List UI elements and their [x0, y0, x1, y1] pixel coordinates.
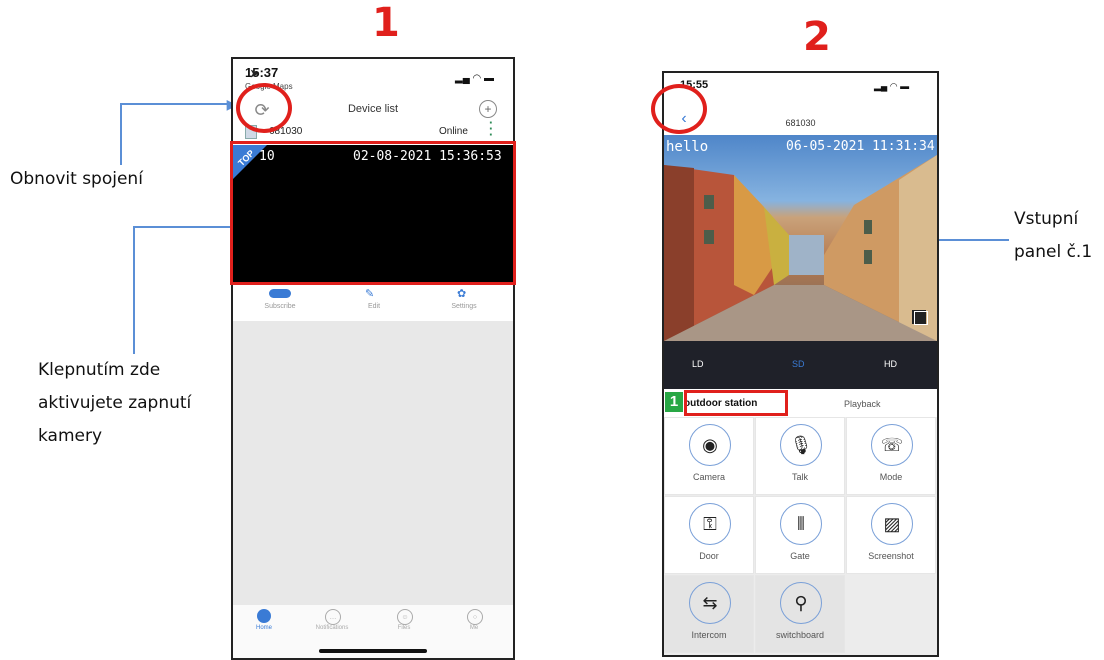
- control-gate[interactable]: ⦀ Gate: [755, 496, 845, 574]
- annotation-tap-line2: aktivujete zapnutí: [38, 393, 192, 413]
- control-label: Screenshot: [868, 551, 914, 561]
- microphone-icon: 🎙: [780, 424, 822, 466]
- controls-grid: ◉ Camera 🎙 Talk ☏ Mode ⚿ Door ⦀ Gate ▨ S…: [664, 417, 937, 655]
- connector-line: [120, 103, 230, 105]
- quality-hd[interactable]: HD: [884, 359, 897, 369]
- files-icon[interactable]: ☺: [397, 609, 413, 625]
- header-title: 681030: [785, 118, 816, 128]
- control-label: Door: [699, 551, 719, 561]
- connector-line: [133, 226, 135, 354]
- switchboard-icon: ⚲: [780, 582, 822, 624]
- tab-notifications[interactable]: Notifications: [309, 625, 355, 631]
- phone-screen-device-view: 15:55 ▂▄ ◠ ▬ ‹ 681030 hello 06-05-2021 1…: [662, 71, 939, 657]
- settings-label: Settings: [451, 303, 477, 310]
- control-camera[interactable]: ◉ Camera: [664, 417, 754, 495]
- subscribe-toggle[interactable]: [269, 289, 291, 298]
- edit-label: Edit: [367, 303, 381, 310]
- control-door[interactable]: ⚿ Door: [664, 496, 754, 574]
- control-switchboard[interactable]: ⚲ switchboard: [755, 575, 845, 653]
- highlight-outdoor-station-tab: [684, 390, 788, 416]
- tab-playback[interactable]: Playback: [844, 399, 881, 409]
- eye-icon: ◉: [689, 424, 731, 466]
- tab-me[interactable]: Me: [455, 625, 493, 631]
- more-options-icon[interactable]: · · ·: [489, 116, 493, 141]
- home-indicator: [319, 649, 427, 653]
- connector-line: [937, 239, 1009, 241]
- highlight-video-preview: [230, 141, 516, 285]
- control-talk[interactable]: 🎙 Talk: [755, 417, 845, 495]
- control-label: Intercom: [691, 630, 727, 640]
- video-timestamp: 06-05-2021 11:31:34: [786, 139, 935, 154]
- quality-ld[interactable]: LD: [692, 359, 704, 369]
- control-label: Gate: [790, 551, 810, 561]
- control-label: Talk: [791, 472, 808, 482]
- device-status: Online: [439, 126, 468, 137]
- highlight-refresh: [236, 83, 292, 133]
- tab-marker-badge: 1: [665, 392, 683, 412]
- quality-sd[interactable]: SD: [792, 359, 805, 369]
- quality-bar: LD SD HD: [664, 341, 937, 389]
- profile-icon[interactable]: ○: [467, 609, 483, 625]
- intercom-icon: ⇆: [689, 582, 731, 624]
- annotation-tap-line1: Klepnutím zde: [38, 360, 161, 380]
- street-scene: [664, 155, 937, 341]
- add-device-icon[interactable]: +: [479, 100, 497, 118]
- tab-home[interactable]: Home: [245, 625, 283, 631]
- step-number-1: 1: [372, 0, 400, 46]
- control-label: switchboard: [775, 630, 825, 640]
- step-number-2: 2: [803, 14, 831, 60]
- video-overlay-label: hello: [666, 139, 709, 155]
- control-screenshot[interactable]: ▨ Screenshot: [846, 496, 936, 574]
- location-arrow-icon: ➤: [250, 68, 260, 80]
- annotation-refresh: Obnovit spojení: [10, 169, 143, 189]
- tab-bar: Home … Notifications ☺ Files ○ Me: [233, 605, 513, 658]
- highlight-back: [651, 84, 707, 134]
- control-label: Camera: [692, 472, 725, 482]
- tab-files[interactable]: Files: [385, 625, 423, 631]
- key-icon: ⚿: [689, 503, 731, 545]
- settings-icon[interactable]: ✿: [457, 287, 466, 300]
- signal-icon: ▂▄ ◠ ▬: [874, 81, 910, 91]
- edit-icon[interactable]: ✎: [365, 287, 374, 300]
- control-intercom[interactable]: ⇆ Intercom: [664, 575, 754, 653]
- annotation-panel-line1: Vstupní: [1014, 209, 1079, 229]
- annotation-tap-line3: kamery: [38, 426, 103, 446]
- fullscreen-icon[interactable]: [914, 311, 928, 325]
- gate-icon: ⦀: [780, 503, 822, 545]
- device-list-empty-area: [233, 321, 513, 605]
- control-mode[interactable]: ☏ Mode: [846, 417, 936, 495]
- signal-icon: ▂▄ ◠ ▬: [455, 73, 495, 84]
- live-video[interactable]: hello 06-05-2021 11:31:34: [664, 135, 937, 341]
- annotation-panel-line2: panel č.1: [1014, 242, 1093, 262]
- home-icon[interactable]: [257, 609, 271, 623]
- phone-mic-icon: ☏: [871, 424, 913, 466]
- control-label: Mode: [879, 472, 903, 482]
- subscribe-label: Subscribe: [264, 303, 296, 310]
- action-row: Subscribe ✎ Edit ✿ Settings: [233, 287, 513, 321]
- image-icon: ▨: [871, 503, 913, 545]
- notifications-icon[interactable]: …: [325, 609, 341, 625]
- connector-line: [120, 103, 122, 165]
